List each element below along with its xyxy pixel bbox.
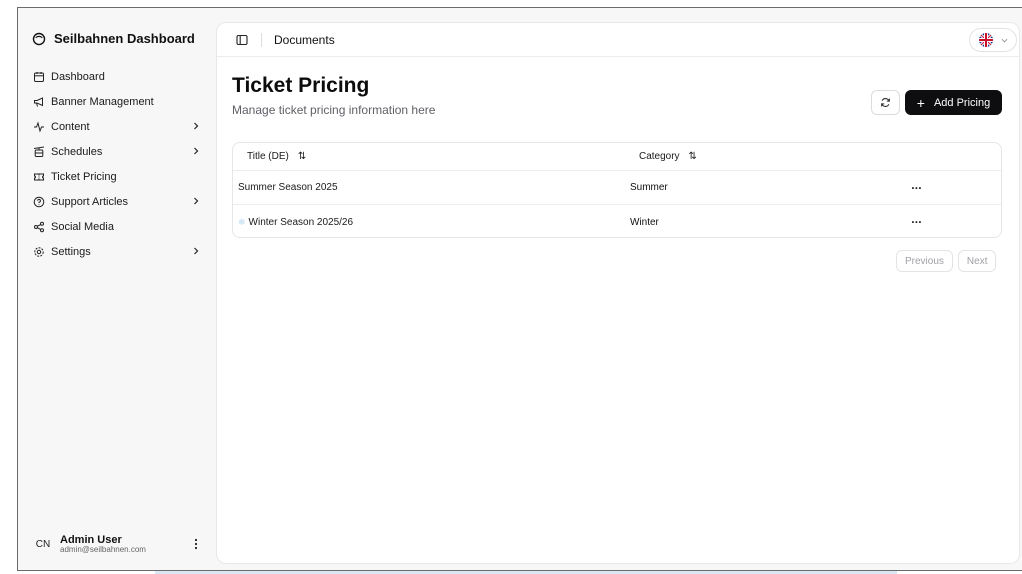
sidebar-item-label: Schedules (51, 145, 103, 158)
calendar-icon (32, 70, 46, 84)
app-window: Seilbahnen Dashboard Dashboard Banner Ma… (17, 7, 1022, 571)
chevron-right-icon (192, 247, 202, 257)
cable-car-icon (32, 145, 46, 159)
activity-icon (32, 120, 46, 134)
logo-icon (32, 32, 46, 45)
sidebar-item-label: Dashboard (51, 70, 105, 83)
pagination: Previous Next (896, 250, 997, 272)
megaphone-icon (32, 95, 46, 109)
share-icon (32, 220, 46, 234)
user-email: admin@seilbahnen.com (60, 544, 146, 554)
add-pricing-label: Add Pricing (933, 96, 991, 109)
chevron-right-icon (192, 122, 202, 132)
table-row[interactable]: ❄ Winter Season 2025/26 Winter ··· (233, 205, 1001, 237)
plus-icon: + (916, 94, 925, 111)
page-title: Ticket Pricing (232, 74, 370, 97)
chevron-down-icon (1001, 31, 1008, 49)
sidebar-toggle-icon[interactable] (235, 33, 249, 47)
sort-icon[interactable]: ⇅ (689, 151, 697, 162)
sidebar-item-ticket-pricing[interactable]: Ticket Pricing (32, 164, 202, 189)
sidebar-item-social-media[interactable]: Social Media (32, 214, 202, 239)
previous-button[interactable]: Previous (896, 250, 953, 272)
cell-title: ❄ Winter Season 2025/26 (233, 217, 630, 228)
sidebar-item-content[interactable]: Content (32, 114, 202, 139)
column-header-title[interactable]: Title (DE) ⇅ (233, 151, 630, 162)
sidebar-item-settings[interactable]: Settings (32, 239, 202, 264)
chevron-right-icon (192, 197, 202, 207)
language-selector[interactable] (969, 28, 1017, 52)
sidebar-item-dashboard[interactable]: Dashboard (32, 64, 202, 89)
sidebar-item-label: Social Media (51, 220, 114, 233)
user-name: Admin User (60, 533, 122, 546)
sidebar: Seilbahnen Dashboard Dashboard Banner Ma… (18, 8, 215, 570)
row-actions-button[interactable]: ··· (911, 181, 922, 195)
help-circle-icon (32, 195, 46, 209)
uk-flag-icon (978, 33, 993, 47)
topbar: Documents (217, 23, 1019, 57)
add-pricing-button[interactable]: + Add Pricing (905, 90, 1002, 115)
divider (261, 32, 262, 47)
sort-icon[interactable]: ⇅ (298, 151, 306, 162)
cell-title: Summer Season 2025 (238, 182, 338, 193)
column-header-category[interactable]: Category ⇅ (630, 151, 911, 162)
more-vertical-icon[interactable] (190, 536, 202, 552)
sidebar-item-support-articles[interactable]: Support Articles (32, 189, 202, 214)
sidebar-item-label: Ticket Pricing (51, 170, 117, 183)
sidebar-item-schedules[interactable]: Schedules (32, 139, 202, 164)
sidebar-item-label: Support Articles (51, 195, 129, 208)
brand[interactable]: Seilbahnen Dashboard (32, 31, 195, 46)
sidebar-item-label: Content (51, 120, 90, 133)
next-button[interactable]: Next (957, 250, 997, 272)
sidebar-item-banner-management[interactable]: Banner Management (32, 89, 202, 114)
page-subtitle: Manage ticket pricing information here (232, 103, 436, 117)
breadcrumb[interactable]: Documents (274, 33, 335, 47)
table-header: Title (DE) ⇅ Category ⇅ (233, 143, 1001, 171)
gear-icon (32, 245, 46, 259)
pricing-table: Title (DE) ⇅ Category ⇅ Summer Season 20… (232, 142, 1002, 238)
table-row[interactable]: Summer Season 2025 Summer ··· (233, 171, 1001, 205)
column-label: Title (DE) (247, 151, 289, 162)
sidebar-item-label: Settings (51, 245, 91, 258)
ticket-icon (32, 170, 46, 184)
cell-category: Winter (629, 216, 659, 228)
refresh-button[interactable] (871, 90, 900, 115)
app-title: Seilbahnen Dashboard (54, 31, 195, 46)
user-profile[interactable]: CN Admin User admin@seilbahnen.com (32, 529, 202, 559)
chevron-right-icon (192, 147, 202, 157)
cell-title-text: Winter Season 2025/26 (248, 216, 354, 228)
sidebar-nav: Dashboard Banner Management Content Sche… (32, 64, 202, 264)
row-actions-button[interactable]: ··· (911, 215, 922, 229)
cell-category: Summer (629, 182, 668, 193)
snowflake-icon: ❄ (238, 216, 246, 227)
main-panel: Documents Ticket Pricing Manage ticket p… (216, 22, 1020, 564)
sidebar-item-label: Banner Management (51, 95, 154, 108)
refresh-icon (881, 98, 890, 107)
column-label: Category (638, 151, 680, 162)
user-info: Admin User admin@seilbahnen.com (60, 534, 190, 555)
avatar: CN (35, 538, 51, 550)
